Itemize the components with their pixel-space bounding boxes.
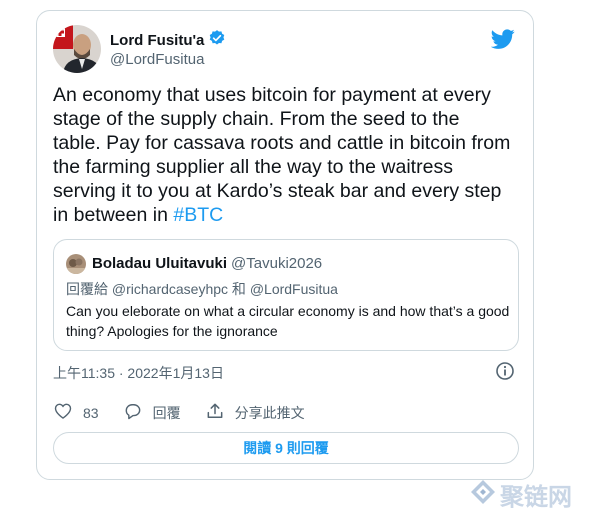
quote-reply-to: 回覆給 @richardcaseyhpc 和 @LordFusitua (66, 281, 338, 297)
action-bar: 83 回覆 分享此推文 (53, 401, 329, 424)
share-label: 分享此推文 (234, 404, 305, 421)
watermark-text: 聚链网 (500, 482, 572, 511)
share-button[interactable]: 分享此推文 (205, 401, 305, 424)
tweet-text: An economy that uses bitcoin for payment… (53, 84, 511, 226)
reply-label: 回覆 (152, 404, 181, 421)
quote-author-name[interactable]: Boladau Uluitavuki (92, 255, 227, 272)
info-icon[interactable] (495, 361, 515, 386)
watermark: 聚链网 (470, 477, 572, 512)
quote-author-avatar[interactable] (66, 254, 86, 274)
quote-author-handle[interactable]: @Tavuki2026 (231, 255, 322, 272)
share-upload-icon (205, 401, 225, 424)
author-name[interactable]: Lord Fusitu'a (110, 32, 204, 49)
quote-text: Can you eleborate on what a circular eco… (66, 303, 510, 339)
hashtag-link[interactable]: #BTC (173, 204, 223, 226)
reply-button[interactable]: 回覆 (123, 401, 181, 424)
like-button[interactable]: 83 (53, 401, 99, 424)
tweet-body: An economy that uses bitcoin for payment… (53, 83, 523, 227)
reply-bubble-icon (123, 401, 143, 424)
tweet-timestamp[interactable]: 上午11:35 · 2022年1月13日 (53, 363, 224, 383)
verified-badge-icon (208, 29, 226, 52)
like-count: 83 (83, 404, 99, 421)
read-replies-button[interactable]: 閱讀 9 則回覆 (53, 432, 519, 464)
tweet-card[interactable]: Lord Fusitu'a @LordFusitua An economy th… (36, 10, 534, 480)
quoted-tweet[interactable]: Boladau Uluitavuki @Tavuki2026 回覆給 @richa… (53, 239, 519, 351)
author-avatar[interactable] (53, 25, 101, 73)
watermark-logo-icon (470, 479, 496, 511)
author-handle[interactable]: @LordFusitua (110, 51, 204, 68)
twitter-bird-icon[interactable] (490, 27, 515, 56)
heart-icon (53, 401, 73, 424)
